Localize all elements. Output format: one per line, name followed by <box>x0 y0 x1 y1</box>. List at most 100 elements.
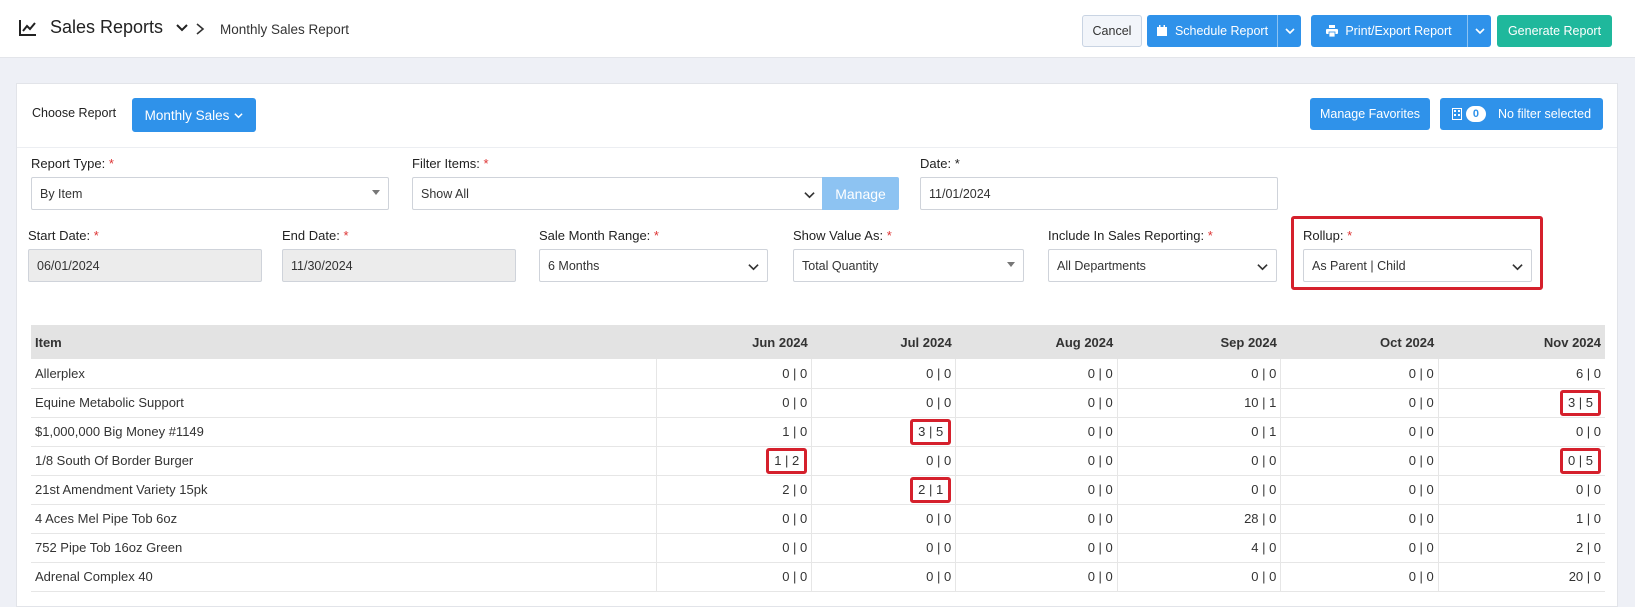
table-cell: 0 | 0 <box>811 388 957 418</box>
column-header[interactable]: Item <box>31 325 657 359</box>
schedule-report-button[interactable]: Schedule Report <box>1147 15 1301 47</box>
table-row: 1/8 South Of Border Burger 1 | 20 | 00 | … <box>31 446 1605 476</box>
table-cell: 2 | 0 <box>1438 533 1605 563</box>
item-name-cell: 1/8 South Of Border Burger <box>31 446 657 476</box>
table-cell: 4 | 0 <box>1117 533 1282 563</box>
start-date-value: 06/01/2024 <box>37 258 100 273</box>
item-name-cell: $1,000,000 Big Money #1149 <box>31 417 657 447</box>
table-cell: 0 | 0 <box>1280 562 1439 592</box>
table-cell: 0 | 0 <box>1280 417 1439 447</box>
table-cell: 1 | 2 <box>656 446 813 476</box>
column-header[interactable]: Oct 2024 <box>1280 325 1439 359</box>
generate-label: Generate Report <box>1507 24 1602 38</box>
table-cell: 0 | 0 <box>811 504 957 534</box>
column-header[interactable]: Aug 2024 <box>955 325 1118 359</box>
item-name-cell: Allerplex <box>31 359 657 389</box>
generate-report-button[interactable]: Generate Report <box>1497 15 1612 47</box>
highlighted-value: 0 | 5 <box>1559 447 1601 474</box>
chevron-down-icon <box>748 264 759 271</box>
cancel-button[interactable]: Cancel <box>1082 15 1142 47</box>
table-cell: 0 | 0 <box>955 504 1118 534</box>
sales-table: Item Jun 2024 Jul 2024 Aug 2024 Sep 2024 Oct … <box>31 325 1605 592</box>
column-header[interactable]: Jun 2024 <box>656 325 812 359</box>
table-row: Adrenal Complex 40 0 | 00 | 00 | 00 | 00 … <box>31 562 1605 592</box>
sale-month-range-value: 6 Months <box>548 258 600 273</box>
printer-icon <box>1326 25 1339 37</box>
table-cell: 0 | 0 <box>656 388 813 418</box>
item-name-cell: 4 Aces Mel Pipe Tob 6oz <box>31 504 657 534</box>
report-type-select[interactable]: By Item <box>31 177 389 210</box>
table-cell: 0 | 0 <box>656 504 813 534</box>
table-row: $1,000,000 Big Money #1149 1 | 03 | 50 | … <box>31 417 1605 447</box>
manage-filter-button[interactable]: Manage <box>822 177 899 210</box>
choose-report-dropdown[interactable]: Monthly Sales <box>132 98 256 132</box>
table-cell: 0 | 0 <box>1280 446 1439 476</box>
end-date-value: 11/30/2024 <box>291 258 353 273</box>
chevron-down-icon <box>804 192 815 199</box>
chevron-down-icon <box>1512 264 1523 271</box>
table-cell: 0 | 0 <box>1117 359 1282 389</box>
filter-label: No filter selected <box>1497 107 1592 121</box>
rollup-label: Rollup: * <box>1303 228 1353 243</box>
include-in-sales-select[interactable]: All Departments <box>1048 249 1277 282</box>
table-cell: 2 | 0 <box>656 475 813 505</box>
caret-down-icon <box>1007 262 1015 267</box>
table-row: 21st Amendment Variety 15pk 2 | 02 | 1 0 |… <box>31 475 1605 505</box>
chevron-right-icon <box>196 23 205 35</box>
column-header[interactable]: Nov 2024 <box>1438 325 1605 359</box>
table-header-row: Item Jun 2024 Jul 2024 Aug 2024 Sep 2024 Oct … <box>31 325 1605 359</box>
table-cell: 0 | 0 <box>955 359 1118 389</box>
print-dropdown-toggle[interactable] <box>1467 15 1491 47</box>
schedule-dropdown-toggle[interactable] <box>1277 15 1301 47</box>
chevron-down-icon <box>1284 28 1295 35</box>
brand[interactable]: Sales Reports <box>18 17 189 38</box>
column-header[interactable]: Sep 2024 <box>1117 325 1281 359</box>
item-name-cell: Equine Metabolic Support <box>31 388 657 418</box>
schedule-label: Schedule Report <box>1174 24 1269 38</box>
highlighted-value: 3 | 5 <box>910 418 952 445</box>
show-value-as-value: Total Quantity <box>802 258 879 273</box>
filter-items-value: Show All <box>421 186 469 201</box>
rollup-select[interactable]: As Parent | Child <box>1303 249 1532 282</box>
table-cell: 0 | 0 <box>811 446 957 476</box>
sale-month-range-select[interactable]: 6 Months <box>539 249 768 282</box>
table-cell: 0 | 0 <box>955 533 1118 563</box>
table-cell: 2 | 1 <box>811 475 957 505</box>
column-header[interactable]: Jul 2024 <box>811 325 956 359</box>
date-label: Date: * <box>920 156 960 171</box>
item-name-cell: Adrenal Complex 40 <box>31 562 657 592</box>
include-in-sales-label: Include In Sales Reporting: * <box>1048 228 1213 243</box>
table-cell: 0 | 0 <box>811 533 957 563</box>
divider <box>17 147 1617 148</box>
table-cell: 10 | 1 <box>1117 388 1282 418</box>
date-input[interactable]: 11/01/2024 <box>920 177 1278 210</box>
filter-items-select[interactable]: Show All <box>412 177 824 210</box>
table-cell: 0 | 0 <box>656 533 813 563</box>
filter-items-label: Filter Items: * <box>412 156 489 171</box>
table-cell: 1 | 0 <box>1438 504 1605 534</box>
line-chart-icon <box>19 19 36 36</box>
table-cell: 0 | 0 <box>1438 417 1605 447</box>
table-body: Allerplex 0 | 00 | 00 | 00 | 00 | 06 | 0E… <box>31 359 1605 592</box>
print-export-button[interactable]: Print/Export Report <box>1311 15 1491 47</box>
table-cell: 0 | 0 <box>955 446 1118 476</box>
table-cell: 0 | 0 <box>1117 475 1282 505</box>
end-date-label: End Date: * <box>282 228 349 243</box>
cancel-label: Cancel <box>1092 24 1132 38</box>
table-cell: 0 | 0 <box>811 359 957 389</box>
print-label: Print/Export Report <box>1345 24 1452 38</box>
manage-favorites-button[interactable]: Manage Favorites <box>1310 98 1430 130</box>
choose-report-label: Choose Report <box>32 106 117 120</box>
filter-button[interactable]: 0 No filter selected <box>1440 98 1603 130</box>
table-cell: 20 | 0 <box>1438 562 1605 592</box>
chevron-down-icon <box>1257 264 1268 271</box>
include-in-sales-value: All Departments <box>1057 258 1146 273</box>
table-cell: 6 | 0 <box>1438 359 1605 389</box>
chevron-down-icon[interactable] <box>175 21 189 35</box>
table-row: Equine Metabolic Support 0 | 00 | 00 | 01… <box>31 388 1605 418</box>
chevron-down-icon <box>234 112 243 118</box>
manage-favorites-label: Manage Favorites <box>1319 107 1421 121</box>
show-value-as-select[interactable]: Total Quantity <box>793 249 1024 282</box>
item-name-cell: 21st Amendment Variety 15pk <box>31 475 657 505</box>
date-value: 11/01/2024 <box>929 186 991 201</box>
